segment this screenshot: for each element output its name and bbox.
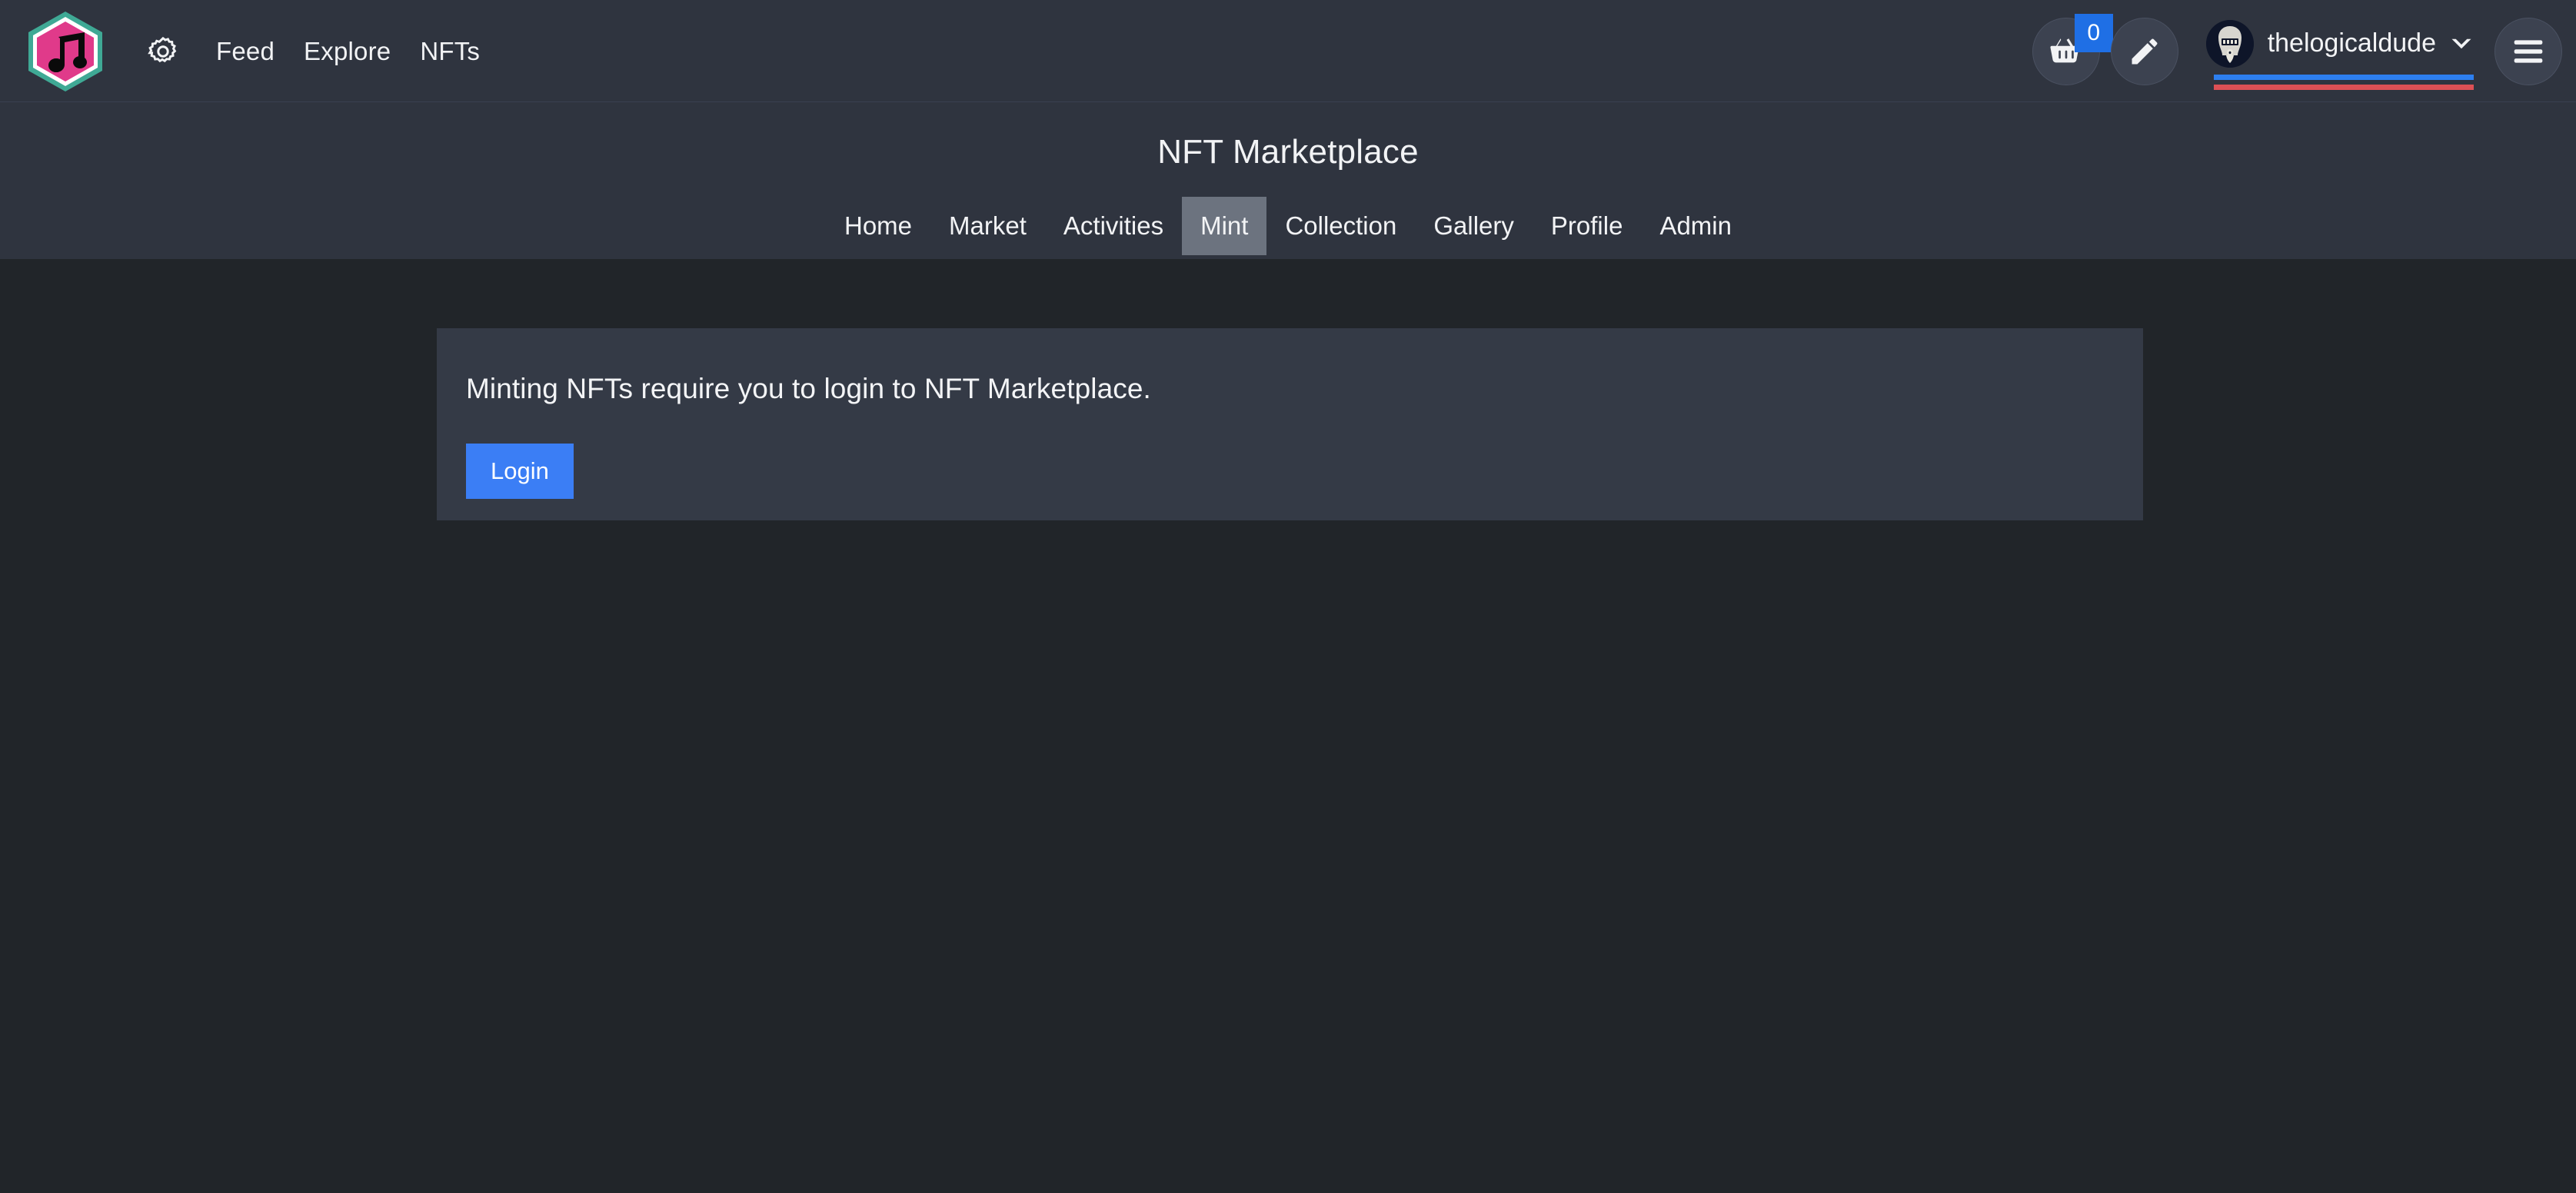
gear-icon[interactable] xyxy=(141,30,185,73)
top-nav-link-explore[interactable]: Explore xyxy=(289,37,405,66)
tab-mint[interactable]: Mint xyxy=(1182,197,1267,255)
login-button[interactable]: Login xyxy=(466,444,574,499)
tab-gallery[interactable]: Gallery xyxy=(1415,197,1533,255)
tab-profile[interactable]: Profile xyxy=(1533,197,1642,255)
username-label: thelogicaldude xyxy=(2267,28,2436,58)
chevron-down-icon xyxy=(2450,36,2473,52)
tab-collection[interactable]: Collection xyxy=(1266,197,1415,255)
top-nav-link-nfts[interactable]: NFTs xyxy=(405,37,494,66)
top-nav-left: Feed Explore NFTs xyxy=(141,0,494,102)
sub-header: NFT Marketplace Home Market Activities M… xyxy=(0,102,2576,259)
underline-bar-red xyxy=(2213,85,2474,90)
login-required-message: Minting NFTs require you to login to NFT… xyxy=(466,373,1151,404)
user-status-underlines xyxy=(2213,75,2474,90)
page-title: NFT Marketplace xyxy=(1157,133,1419,171)
tab-admin[interactable]: Admin xyxy=(1641,197,1750,255)
main-content: Minting NFTs require you to login to NFT… xyxy=(0,259,2576,1193)
top-bar-right-cluster: 0 thelogicaldude xyxy=(2032,0,2562,102)
avatar-svg xyxy=(2205,19,2254,68)
compose-button[interactable] xyxy=(2110,17,2178,85)
user-menu[interactable]: thelogicaldude xyxy=(2205,0,2474,102)
underline-bar-blue xyxy=(2213,75,2474,80)
user-menu-inner: thelogicaldude xyxy=(2205,19,2473,68)
user-avatar xyxy=(2205,19,2254,68)
top-nav-link-feed[interactable]: Feed xyxy=(201,37,289,66)
tab-activities[interactable]: Activities xyxy=(1045,197,1182,255)
tab-market[interactable]: Market xyxy=(930,197,1045,255)
tab-home[interactable]: Home xyxy=(826,197,930,255)
pencil-icon xyxy=(2132,38,2158,64)
hamburger-menu-button[interactable] xyxy=(2494,17,2562,85)
chevron-down-svg xyxy=(2451,38,2471,48)
marketplace-tabs: Home Market Activities Mint Collection G… xyxy=(0,197,2576,255)
music-note-hexagon-logo[interactable] xyxy=(25,9,106,94)
logo-svg xyxy=(28,12,102,91)
cart-count-badge: 0 xyxy=(2074,13,2113,52)
login-required-card: Minting NFTs require you to login to NFT… xyxy=(437,328,2143,520)
cart-button[interactable]: 0 xyxy=(2032,13,2113,85)
hamburger-menu-icon xyxy=(2514,39,2543,63)
top-header-bar: Feed Explore NFTs 0 thelogicaldude xyxy=(0,0,2576,102)
gear-icon-svg xyxy=(148,36,177,62)
